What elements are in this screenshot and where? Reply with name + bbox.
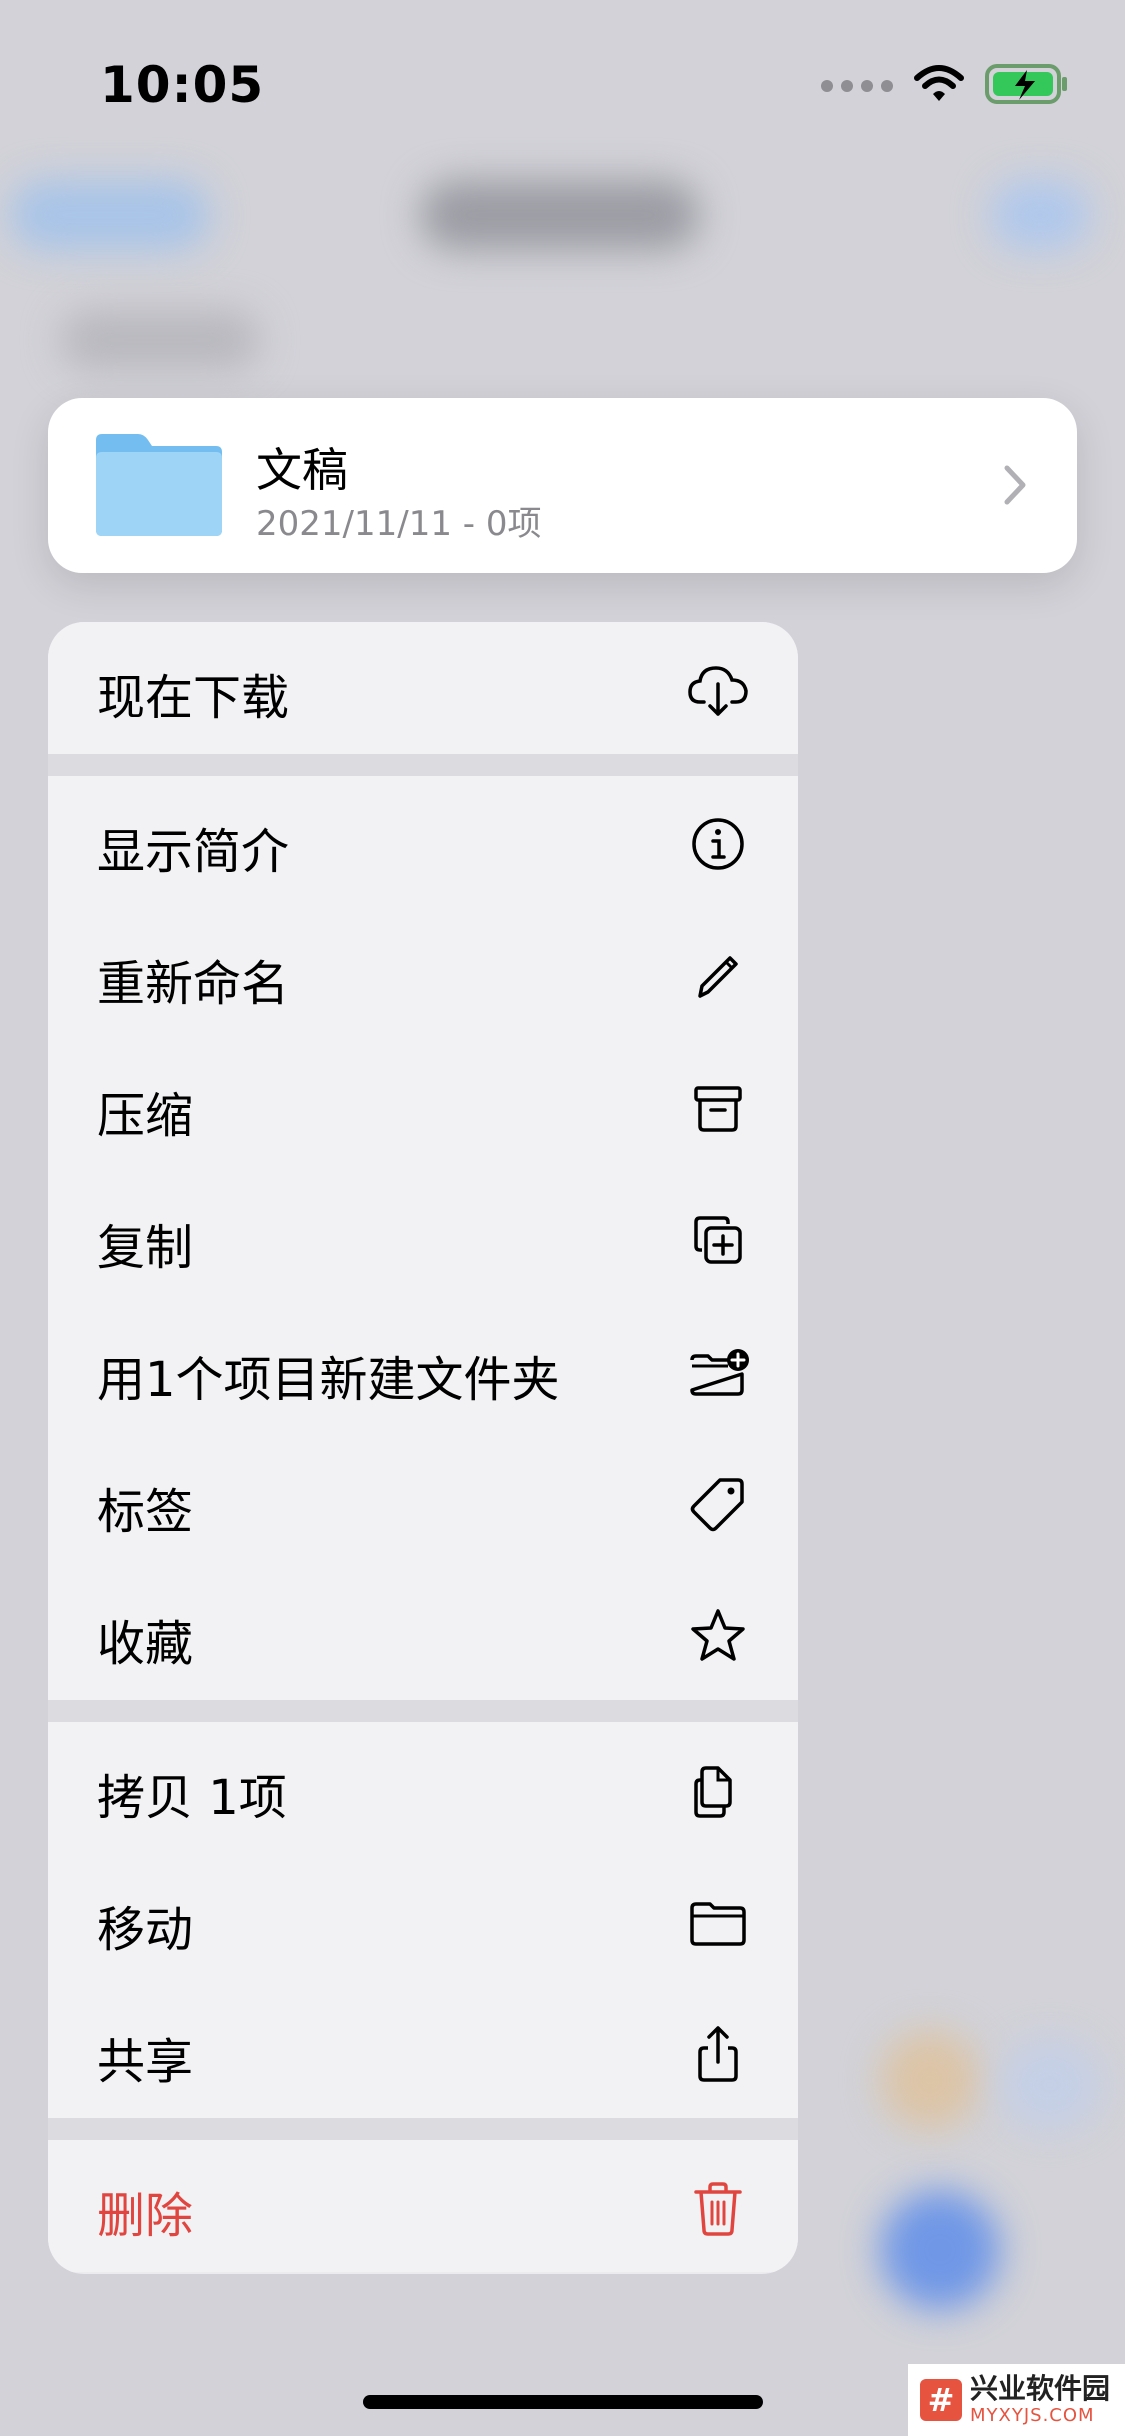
background-blur bbox=[990, 180, 1090, 250]
chevron-right-icon bbox=[1003, 464, 1027, 510]
menu-item-label: 移动 bbox=[97, 1902, 194, 1958]
menu-item-label: 显示简介 bbox=[97, 824, 290, 880]
battery-charging-icon bbox=[985, 62, 1069, 110]
menu-item-label: 标签 bbox=[97, 1484, 194, 1540]
watermark-logo: # 兴业软件园 MYXYJS.COM bbox=[908, 2364, 1125, 2436]
wifi-icon bbox=[913, 64, 965, 108]
menu-item-label: 收藏 bbox=[97, 1616, 194, 1672]
cloud-download-icon bbox=[688, 666, 748, 716]
folder-icon bbox=[92, 430, 226, 542]
menu-group-separator bbox=[48, 1700, 798, 1722]
background-blur bbox=[420, 180, 700, 250]
background-blur bbox=[880, 2030, 980, 2130]
background-blur bbox=[1000, 2040, 1100, 2130]
folder-icon bbox=[690, 1902, 746, 1946]
menu-item-delete[interactable]: 删除 bbox=[48, 2140, 798, 2272]
menu-item-label: 用1个项目新建文件夹 bbox=[97, 1352, 560, 1408]
menu-item-new-folder-with-item[interactable]: 用1个项目新建文件夹 bbox=[48, 1304, 798, 1436]
trash-icon bbox=[694, 2182, 742, 2236]
menu-item-tags[interactable]: 标签 bbox=[48, 1436, 798, 1568]
share-icon bbox=[698, 2026, 738, 2082]
duplicate-icon bbox=[694, 1216, 742, 1264]
menu-item-label: 现在下载 bbox=[97, 670, 290, 726]
menu-item-label: 共享 bbox=[97, 2034, 194, 2090]
archive-box-icon bbox=[694, 1086, 742, 1132]
background-blur bbox=[10, 180, 210, 250]
menu-item-label: 拷贝 1项 bbox=[97, 1770, 287, 1826]
status-icons bbox=[821, 62, 1069, 110]
folder-name: 文稿 bbox=[256, 443, 348, 497]
watermark-url: MYXYJS.COM bbox=[970, 2405, 1095, 2426]
folder-meta: 2021/11/11 - 0项 bbox=[256, 504, 542, 544]
menu-group-separator bbox=[48, 2118, 798, 2140]
menu-item-compress[interactable]: 压缩 bbox=[48, 1040, 798, 1172]
copy-doc-icon bbox=[694, 1766, 732, 1818]
info-icon bbox=[692, 818, 744, 870]
cellular-signal-icon bbox=[821, 80, 893, 92]
status-time: 10:05 bbox=[100, 56, 265, 114]
menu-item-label: 删除 bbox=[97, 2188, 194, 2244]
menu-item-label: 压缩 bbox=[97, 1088, 194, 1144]
folder-preview-card[interactable]: 文稿 2021/11/11 - 0项 bbox=[48, 398, 1077, 573]
menu-item-share[interactable]: 共享 bbox=[48, 1986, 798, 2118]
home-indicator bbox=[363, 2395, 763, 2409]
menu-item-copy[interactable]: 拷贝 1项 bbox=[48, 1722, 798, 1854]
watermark-icon: # bbox=[920, 2379, 962, 2421]
tag-icon bbox=[690, 1478, 744, 1532]
context-menu: 现在下载 显示简介 重新命名 压缩 复制 用1个项目新建文件夹 标签 收藏 拷贝… bbox=[48, 622, 798, 2274]
menu-item-download[interactable]: 现在下载 bbox=[48, 622, 798, 754]
menu-item-label: 复制 bbox=[97, 1220, 194, 1276]
menu-group-separator bbox=[48, 754, 798, 776]
menu-item-get-info[interactable]: 显示简介 bbox=[48, 776, 798, 908]
star-icon bbox=[691, 1609, 745, 1661]
background-blur bbox=[880, 2190, 1000, 2310]
pencil-icon bbox=[698, 956, 738, 998]
folder-badge-plus-icon bbox=[690, 1349, 749, 1396]
menu-item-move[interactable]: 移动 bbox=[48, 1854, 798, 1986]
background-blur bbox=[60, 310, 260, 370]
menu-item-label: 重新命名 bbox=[97, 956, 290, 1012]
watermark-text: 兴业软件园 bbox=[970, 2372, 1111, 2405]
menu-item-duplicate[interactable]: 复制 bbox=[48, 1172, 798, 1304]
menu-item-rename[interactable]: 重新命名 bbox=[48, 908, 798, 1040]
menu-item-favorite[interactable]: 收藏 bbox=[48, 1568, 798, 1700]
